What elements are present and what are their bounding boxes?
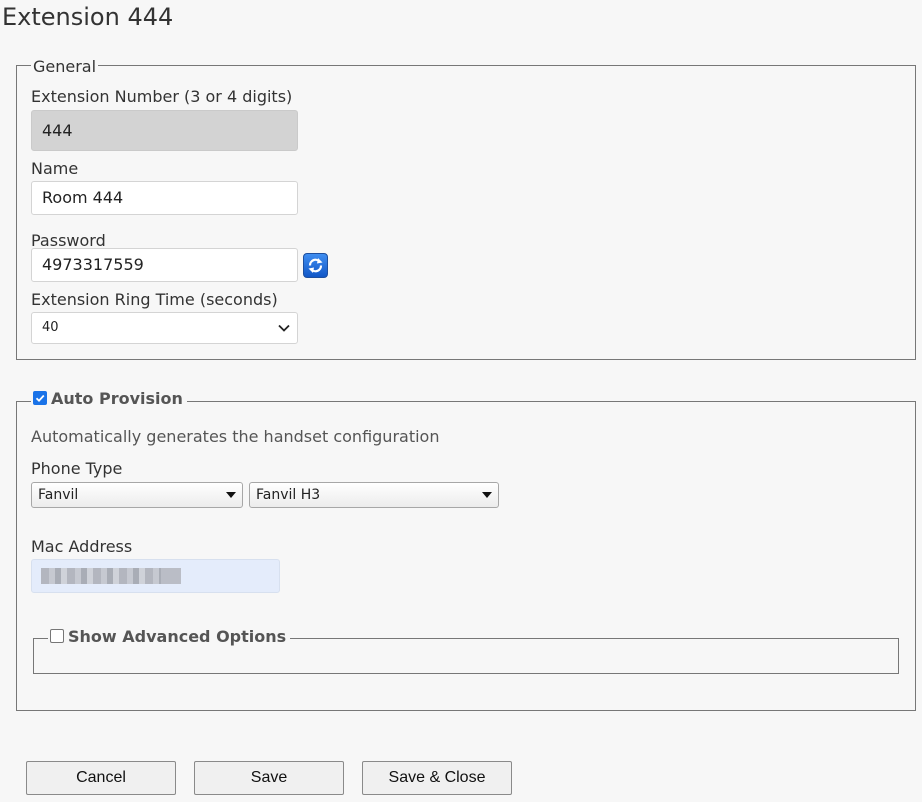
ring-time-select[interactable]: 40	[31, 312, 298, 344]
name-input[interactable]: Room 444	[31, 181, 298, 215]
phone-model-select[interactable]: Fanvil H3	[249, 482, 499, 508]
general-legend: General	[31, 57, 99, 76]
save-close-button[interactable]: Save & Close	[362, 761, 512, 795]
phone-model-value: Fanvil H3	[256, 487, 321, 503]
cancel-button[interactable]: Cancel	[26, 761, 176, 795]
auto-provision-checkbox[interactable]	[33, 391, 47, 405]
extension-number-field: 444	[31, 110, 298, 151]
phone-brand-value: Fanvil	[38, 487, 79, 503]
mac-address-label: Mac Address	[31, 537, 133, 556]
extension-number-label: Extension Number (3 or 4 digits)	[31, 87, 293, 106]
redacted-mac-value-tail	[161, 568, 181, 584]
dropdown-arrow-icon	[482, 492, 492, 498]
phone-brand-select[interactable]: Fanvil	[31, 482, 243, 508]
advanced-options-checkbox[interactable]	[50, 629, 64, 643]
check-icon	[35, 394, 45, 402]
redacted-mac-value	[41, 568, 161, 584]
refresh-icon[interactable]	[303, 253, 328, 278]
phone-type-label: Phone Type	[31, 459, 123, 478]
auto-provision-description: Automatically generates the handset conf…	[31, 427, 440, 446]
advanced-options-label[interactable]: Show Advanced Options	[68, 627, 286, 646]
save-button[interactable]: Save	[194, 761, 344, 795]
auto-provision-legend: Auto Provision	[31, 390, 187, 408]
password-input[interactable]: 4973317559	[31, 248, 298, 282]
chevron-down-icon	[278, 324, 290, 332]
refresh-icon-glyph	[308, 258, 323, 273]
ring-time-label: Extension Ring Time (seconds)	[31, 290, 278, 309]
page-title: Extension 444	[2, 3, 174, 31]
advanced-options-legend: Show Advanced Options	[48, 627, 291, 646]
name-label: Name	[31, 159, 79, 178]
ring-time-value: 40	[42, 320, 59, 335]
mac-address-input[interactable]	[31, 559, 280, 593]
auto-provision-label[interactable]: Auto Provision	[51, 389, 183, 408]
dropdown-arrow-icon	[226, 492, 236, 498]
